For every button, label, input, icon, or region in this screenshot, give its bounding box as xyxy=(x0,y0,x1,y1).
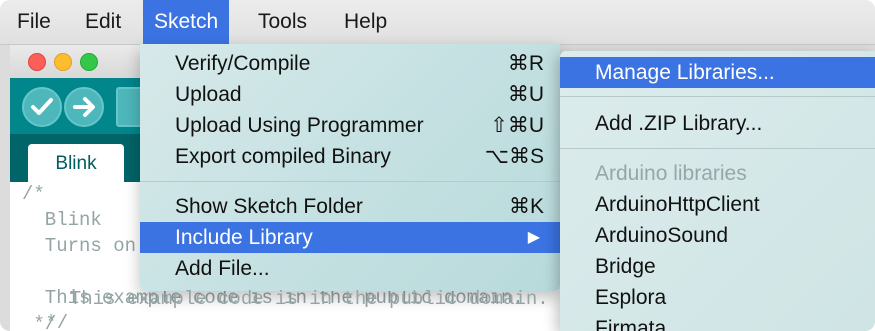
menu-item-label: ArduinoHttpClient xyxy=(595,193,760,216)
tab-blink[interactable]: Blink xyxy=(28,144,124,182)
menu-item-label: Esplora xyxy=(595,286,667,309)
code-line: Blink xyxy=(22,209,102,231)
menu-item-verify-compile[interactable]: Verify/Compile ⌘R xyxy=(140,48,560,79)
menu-item-label: Add File... xyxy=(175,257,270,280)
close-window-button[interactable] xyxy=(28,53,46,71)
menu-item-label: Firmata xyxy=(595,317,667,331)
library-item-arduinosound[interactable]: ArduinoSound xyxy=(560,220,875,251)
submenu-arrow-icon: ▶ xyxy=(527,229,540,246)
screen: Blink /* Blink Turns on This example cod… xyxy=(0,0,875,331)
menu-item-label: Bridge xyxy=(595,255,656,278)
menu-separator xyxy=(560,96,875,97)
menu-item-label: Verify/Compile xyxy=(175,52,311,75)
code-line-comment-end: */ xyxy=(34,312,69,331)
section-header-label: Arduino libraries xyxy=(595,162,747,185)
sketch-menu: Verify/Compile ⌘R Upload ⌘U Upload Using… xyxy=(140,44,560,291)
menu-tools[interactable]: Tools xyxy=(247,0,318,44)
menu-item-export-compiled-binary[interactable]: Export compiled Binary ⌥⌘S xyxy=(140,141,560,172)
arrow-right-icon xyxy=(73,97,95,117)
menu-sketch[interactable]: Sketch xyxy=(143,0,230,44)
shortcut-label: ⌘U xyxy=(507,83,544,106)
menu-item-label: Upload Using Programmer xyxy=(175,114,424,137)
menu-item-label: ArduinoSound xyxy=(595,224,729,247)
menu-item-upload-using-programmer[interactable]: Upload Using Programmer ⇧⌘U xyxy=(140,110,560,141)
menu-item-label: Export compiled Binary xyxy=(175,145,391,168)
library-item-bridge[interactable]: Bridge xyxy=(560,251,875,282)
menu-item-label: Add .ZIP Library... xyxy=(595,112,763,135)
menu-item-label: Upload xyxy=(175,83,242,106)
library-item-arduinohttpclient[interactable]: ArduinoHttpClient xyxy=(560,189,875,220)
section-header-arduino-libraries: Arduino libraries xyxy=(560,158,875,189)
checkmark-icon xyxy=(31,98,53,115)
shortcut-label: ⌘K xyxy=(508,195,544,218)
menu-item-label: Show Sketch Folder xyxy=(175,195,363,218)
upload-button[interactable] xyxy=(64,87,104,127)
menubar: File Edit Sketch Tools Help xyxy=(0,0,875,45)
shortcut-label: ⌥⌘S xyxy=(484,145,544,168)
window-titlebar xyxy=(10,44,160,78)
menu-item-show-sketch-folder[interactable]: Show Sketch Folder ⌘K xyxy=(140,191,560,222)
menu-separator xyxy=(140,181,560,182)
menu-item-upload[interactable]: Upload ⌘U xyxy=(140,79,560,110)
menu-edit[interactable]: Edit xyxy=(74,0,132,44)
zoom-window-button[interactable] xyxy=(80,53,98,71)
menu-item-label: Include Library xyxy=(175,226,313,249)
menu-item-label: Manage Libraries... xyxy=(595,61,775,84)
menu-help[interactable]: Help xyxy=(333,0,398,44)
code-line: Turns on xyxy=(22,235,137,257)
minimize-window-button[interactable] xyxy=(54,53,72,71)
shortcut-label: ⇧⌘U xyxy=(490,114,544,137)
library-item-esplora[interactable]: Esplora xyxy=(560,282,875,313)
menu-item-add-zip-library[interactable]: Add .ZIP Library... xyxy=(560,108,875,139)
code-line-public-domain: This example code is in the public domai… xyxy=(47,288,549,310)
sketch-tabstrip: Blink xyxy=(10,134,160,182)
ide-toolbar xyxy=(10,78,160,134)
menu-separator xyxy=(560,148,875,149)
library-item-firmata[interactable]: Firmata xyxy=(560,313,875,331)
menu-item-manage-libraries[interactable]: Manage Libraries... xyxy=(560,57,875,88)
include-library-submenu: Manage Libraries... Add .ZIP Library... … xyxy=(560,51,875,331)
menu-item-include-library[interactable]: Include Library ▶ xyxy=(140,222,560,253)
menu-item-add-file[interactable]: Add File... xyxy=(140,253,560,284)
shortcut-label: ⌘R xyxy=(507,52,544,75)
verify-button[interactable] xyxy=(22,87,62,127)
menu-file[interactable]: File xyxy=(6,0,62,44)
code-line: /* xyxy=(22,183,45,205)
